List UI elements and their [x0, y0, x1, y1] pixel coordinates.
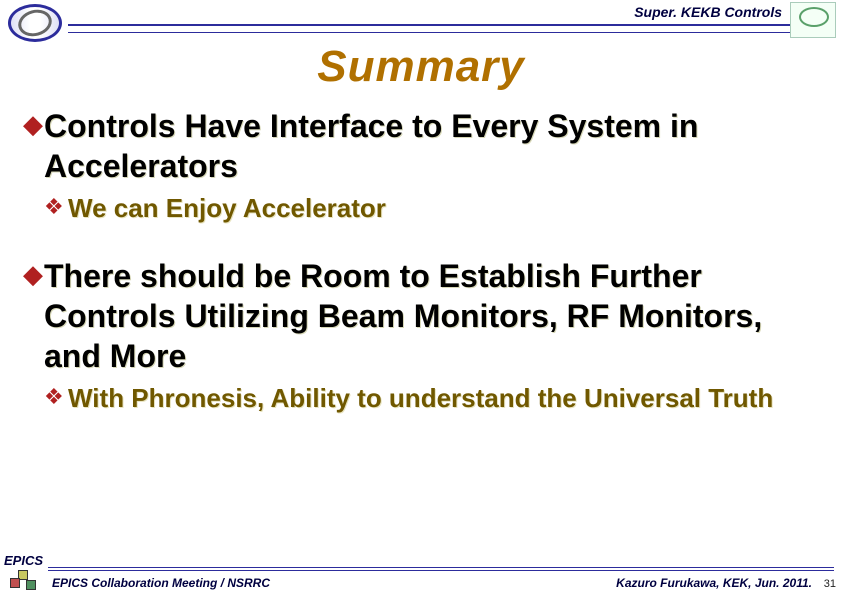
bullet-text: There should be Room to Establish Furthe…	[44, 256, 820, 376]
slide-body: ◆ Controls Have Interface to Every Syste…	[0, 92, 842, 414]
superkekb-logo-icon	[790, 2, 836, 38]
diamond-bullet-icon: ◆	[22, 106, 44, 142]
kek-logo-icon	[8, 2, 64, 46]
header-rule-thin-icon	[68, 32, 832, 33]
diamond-outline-bullet-icon: ❖	[44, 192, 68, 222]
header-label: Super. KEKB Controls	[634, 4, 782, 20]
footer-rule-icon	[48, 567, 834, 568]
bullet-text: We can Enjoy Accelerator	[68, 192, 386, 224]
slide-title: Summary	[0, 42, 842, 92]
diamond-bullet-icon: ◆	[22, 256, 44, 292]
bullet-text: Controls Have Interface to Every System …	[44, 106, 820, 186]
bullet-level2: ❖ We can Enjoy Accelerator	[22, 192, 820, 224]
bullet-level1: ◆ There should be Room to Establish Furt…	[22, 256, 820, 376]
diamond-outline-bullet-icon: ❖	[44, 382, 68, 412]
epics-label: EPICS	[4, 553, 43, 568]
header-rule-icon	[68, 24, 832, 26]
slide-header: Super. KEKB Controls	[0, 0, 842, 36]
bullet-text: With Phronesis, Ability to understand th…	[68, 382, 773, 414]
footer-meeting: EPICS Collaboration Meeting / NSRRC	[52, 576, 270, 590]
page-number: 31	[824, 578, 836, 590]
bullet-level1: ◆ Controls Have Interface to Every Syste…	[22, 106, 820, 186]
bullet-level2: ❖ With Phronesis, Ability to understand …	[22, 382, 820, 414]
epics-logo-icon	[6, 570, 40, 592]
footer-rule-thin-icon	[48, 570, 834, 571]
footer-author: Kazuro Furukawa, KEK, Jun. 2011.	[616, 576, 812, 590]
